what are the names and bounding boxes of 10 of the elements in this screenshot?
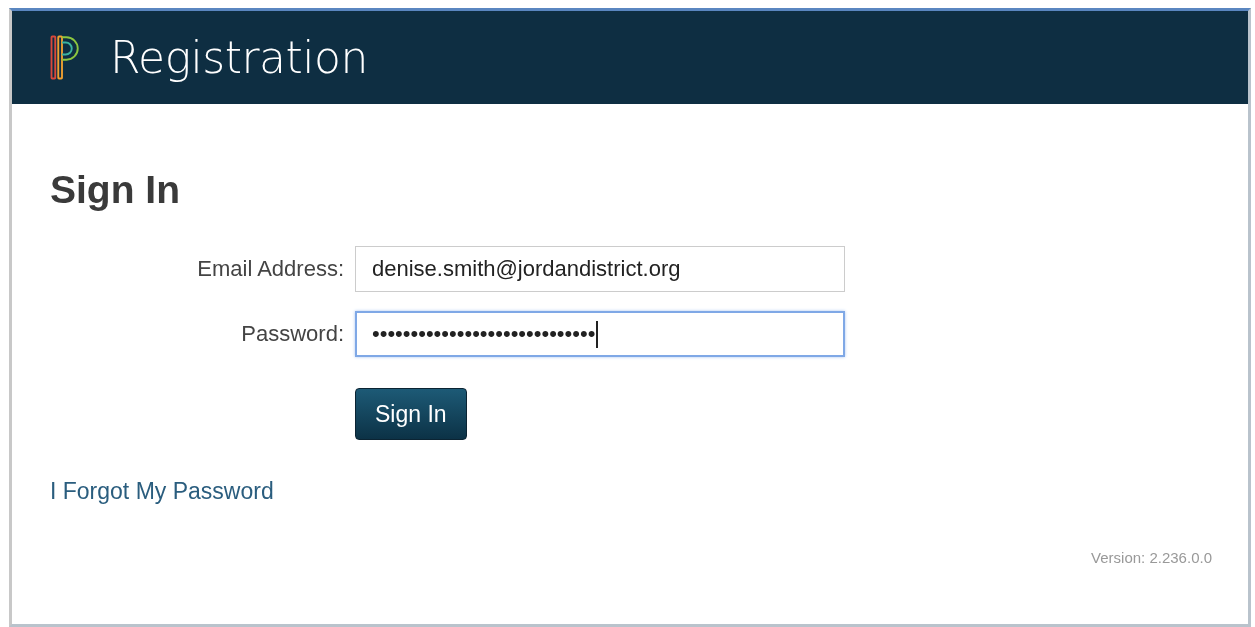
version-text: Version: 2.236.0.0 bbox=[1091, 549, 1212, 566]
page-heading: Sign In bbox=[50, 168, 181, 212]
input-field[interactable]: ••••••••••••••••••••••••••••• bbox=[355, 311, 845, 357]
logo-icon bbox=[50, 35, 80, 80]
forgot-password-link[interactable]: I Forgot My Password bbox=[50, 478, 274, 505]
input-field[interactable]: denise.smith@jordandistrict.org bbox=[355, 246, 845, 292]
sign-in-button[interactable]: Sign In bbox=[355, 388, 467, 440]
app-title: Registration bbox=[110, 32, 368, 83]
field-label: Email Address: bbox=[196, 256, 344, 282]
field-label: Password: bbox=[240, 321, 344, 347]
